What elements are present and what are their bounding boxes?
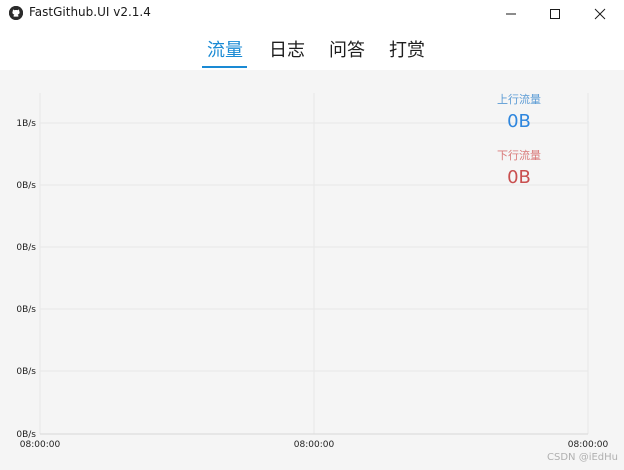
download-legend-label: 下行流量	[497, 149, 541, 162]
y-tick-label: 0B/s	[16, 430, 36, 440]
upload-legend-label: 上行流量	[497, 93, 541, 106]
y-tick-label: 1B/s	[16, 119, 36, 129]
upload-legend-value: 0B	[507, 111, 531, 132]
y-tick-label: 0B/s	[16, 367, 36, 377]
traffic-chart: 1B/s0B/s0B/s0B/s0B/s0B/s08:00:00 08:00:00…	[16, 93, 609, 450]
y-tick-label: 0B/s	[16, 243, 36, 253]
download-legend-value: 0B	[507, 167, 531, 188]
y-tick-label: 0B/s	[16, 181, 36, 191]
watermark: CSDN @iEdHu	[547, 452, 618, 463]
x-tick-label: 08:00:00	[568, 440, 609, 450]
x-tick-label: 08:00:00	[294, 440, 335, 450]
y-tick-label: 0B/s	[16, 305, 36, 315]
x-tick-label: 08:00:00	[20, 440, 61, 450]
